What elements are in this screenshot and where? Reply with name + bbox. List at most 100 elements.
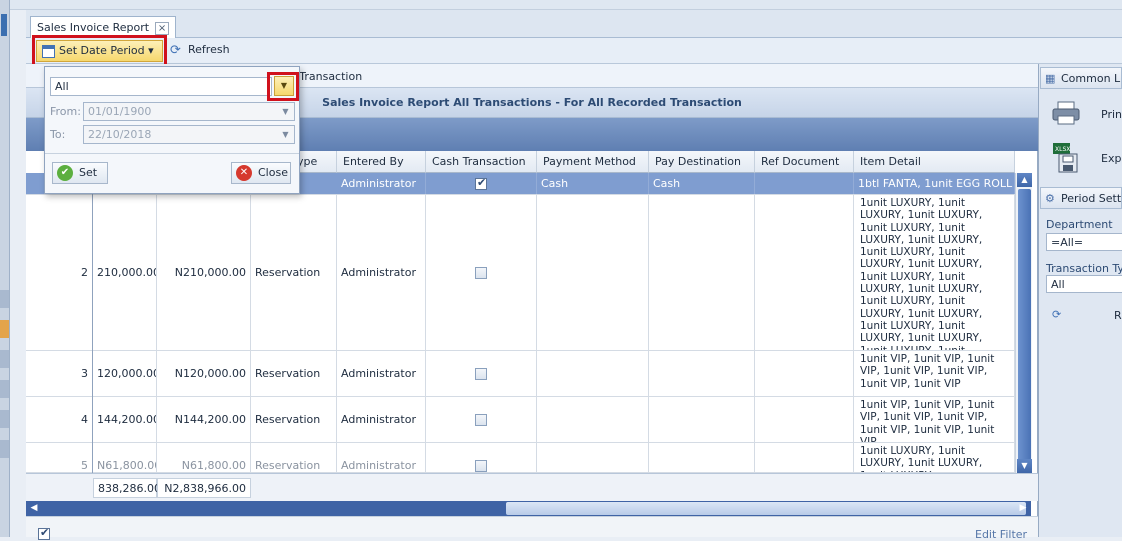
filter-enabled-checkbox[interactable] (38, 526, 50, 540)
popup-divider (45, 153, 299, 154)
table-row[interactable]: 4 144,200.00 N144,200.00 Reservation Adm… (26, 397, 1015, 443)
column-header-entered-by[interactable]: Entered By (337, 151, 426, 173)
row-indicator-divider (92, 173, 93, 473)
cell-pay-destination (649, 443, 755, 472)
left-nav-stub-active[interactable] (0, 320, 9, 338)
cell-amount: 210,000.00 (93, 195, 157, 350)
refresh-label: Refresh (188, 43, 230, 56)
cell-total: N120,000.00 (157, 351, 251, 396)
cell-cash-transaction (426, 351, 537, 396)
left-nav-stub[interactable] (0, 440, 9, 458)
tab-title: Sales Invoice Report (37, 21, 150, 34)
cell-pay-destination: Cash (649, 173, 755, 194)
cell-payment-method: Cash (537, 173, 649, 194)
right-side-panel (1038, 64, 1122, 537)
period-filter-combo[interactable]: All (50, 77, 272, 96)
export-xlsx-icon[interactable]: XLSX (1053, 143, 1079, 173)
horizontal-scroll-thumb[interactable] (506, 502, 1026, 515)
table-row[interactable]: 2 210,000.00 N210,000.00 Reservation Adm… (26, 195, 1015, 351)
cell-entered-by: Administrator (337, 173, 426, 194)
table-row[interactable]: 5 N61,800.00 N61,800.00 Reservation Admi… (26, 443, 1015, 473)
cash-transaction-checkbox[interactable] (475, 413, 487, 426)
close-button[interactable]: ✕ Close (231, 162, 291, 184)
scroll-down-icon[interactable]: ▼ (1017, 459, 1032, 473)
cell-type: Reservation (251, 351, 337, 396)
cash-transaction-checkbox[interactable] (475, 460, 487, 472)
cell-pay-destination (649, 351, 755, 396)
cell-row-index: 4 (26, 397, 93, 442)
close-tab-icon[interactable]: × (155, 22, 170, 35)
close-label: Close (258, 166, 288, 179)
cell-ref-document (755, 397, 854, 442)
left-nav-stub[interactable] (0, 380, 9, 398)
period-settings-header[interactable]: ⚙ Period Sett (1040, 187, 1122, 209)
common-links-header[interactable]: ▦ Common Li (1040, 67, 1122, 89)
cell-payment-method (537, 397, 649, 442)
cell-entered-by: Administrator (337, 443, 426, 472)
cell-row-index: 5 (26, 443, 93, 472)
set-button[interactable]: ✔ Set (52, 162, 108, 184)
export-link[interactable]: Exp (1101, 152, 1121, 165)
column-header-item-detail[interactable]: Item Detail (854, 151, 1015, 173)
scroll-right-icon[interactable]: ▶ (1015, 501, 1031, 516)
column-header-payment-method[interactable]: Payment Method (537, 151, 649, 173)
cell-amount: 120,000.00 (93, 351, 157, 396)
department-select[interactable]: =All= (1046, 233, 1122, 251)
cell-pay-destination (649, 397, 755, 442)
scroll-up-icon[interactable]: ▲ (1017, 173, 1032, 187)
cell-payment-method (537, 351, 649, 396)
refresh-button[interactable]: ⟳ Refresh (170, 40, 230, 62)
period-refresh-label: R (1114, 309, 1122, 322)
chevron-down-icon[interactable]: ▼ (278, 104, 293, 119)
table-row[interactable]: 3 120,000.00 N120,000.00 Reservation Adm… (26, 351, 1015, 397)
cell-amount: N61,800.00 (93, 443, 157, 472)
left-nav-accent (1, 14, 7, 36)
scroll-left-icon[interactable]: ◀ (26, 501, 42, 516)
cell-item-detail: 1unit LUXURY, 1unit LUXURY, 1unit LUXURY… (854, 443, 1015, 472)
to-date-field[interactable]: 22/10/2018 ▼ (83, 125, 295, 144)
cell-pay-destination (649, 195, 755, 350)
from-date-field[interactable]: 01/01/1900 ▼ (83, 102, 295, 121)
left-nav-stub[interactable] (0, 410, 9, 428)
cash-transaction-checkbox[interactable] (475, 367, 487, 380)
edit-filter-link[interactable]: Edit Filter (975, 528, 1027, 541)
to-date-value: 22/10/2018 (88, 128, 152, 141)
left-nav-strip (0, 0, 10, 537)
chevron-down-icon[interactable]: ▼ (278, 127, 293, 142)
footer-grand-total: N2,838,966.00 (157, 478, 251, 498)
vertical-scroll-thumb[interactable] (1018, 189, 1031, 467)
cash-transaction-checkbox[interactable] (475, 176, 487, 190)
cell-item-detail: 1unit VIP, 1unit VIP, 1unit VIP, 1unit V… (854, 351, 1015, 396)
column-header-pay-destination[interactable]: Pay Destination (649, 151, 755, 173)
cell-cash-transaction (426, 173, 537, 194)
print-link[interactable]: Print (1101, 108, 1122, 121)
transaction-type-select[interactable]: All (1046, 275, 1122, 293)
cell-payment-method (537, 195, 649, 350)
printer-icon[interactable] (1051, 101, 1081, 125)
cell-item-detail: 1unit VIP, 1unit VIP, 1unit VIP, 1unit V… (854, 397, 1015, 442)
left-nav-stub[interactable] (0, 350, 9, 368)
column-header-ref-document[interactable]: Ref Document (755, 151, 854, 173)
cell-cash-transaction (426, 195, 537, 350)
cash-transaction-checkbox[interactable] (475, 266, 487, 279)
cell-type: Reservation (251, 443, 337, 472)
set-label: Set (79, 166, 98, 179)
cell-cash-transaction (426, 397, 537, 442)
cell-ref-document (755, 443, 854, 472)
horizontal-scrollbar[interactable]: ◀ ▶ (26, 501, 1031, 516)
left-nav-stub[interactable] (0, 290, 9, 308)
column-header-cash-transaction[interactable]: Cash Transaction (426, 151, 537, 173)
top-window-bar (10, 0, 1122, 10)
cell-type: Reservation (251, 397, 337, 442)
department-label: Department (1046, 218, 1113, 231)
cell-amount: 144,200.00 (93, 397, 157, 442)
cell-item-detail: 1unit LUXURY, 1unit LUXURY, 1unit LUXURY… (854, 195, 1015, 350)
period-refresh-button[interactable]: ⟳ R (1046, 306, 1122, 326)
transaction-type-label: Transaction Ty (1046, 262, 1122, 275)
refresh-icon: ⟳ (1052, 308, 1062, 321)
filter-bar (26, 516, 1038, 537)
check-icon: ✔ (57, 165, 73, 181)
from-label: From: (50, 105, 81, 118)
vertical-scrollbar[interactable]: ▲ ▼ (1015, 173, 1032, 473)
cell-row-index: 3 (26, 351, 93, 396)
